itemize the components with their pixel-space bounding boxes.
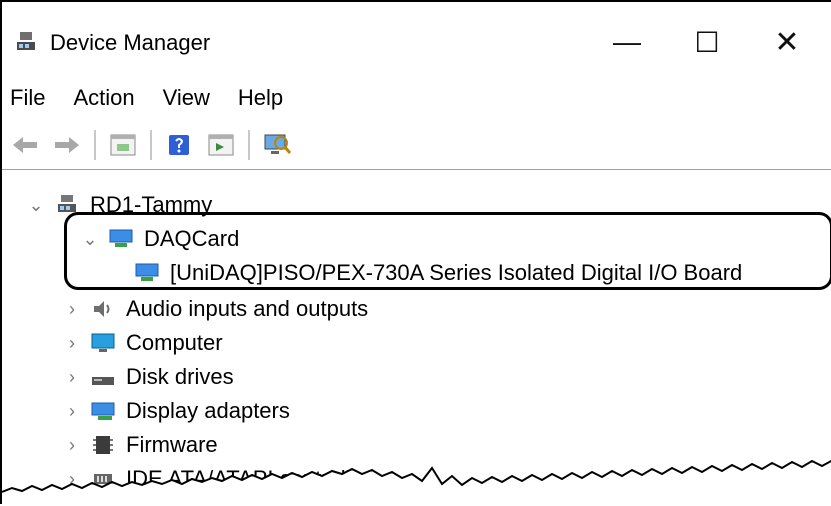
scan-hardware-icon — [264, 134, 291, 154]
audio-icon — [90, 298, 116, 320]
chevron-right-icon[interactable]: › — [62, 299, 82, 319]
close-button[interactable]: ✕ — [752, 22, 822, 62]
daq-card-icon — [108, 228, 134, 250]
chevron-right-icon[interactable]: › — [62, 333, 82, 353]
computer-icon — [90, 332, 116, 354]
title-bar: Device Manager — ☐ ✕ — [2, 2, 831, 74]
chevron-right-icon[interactable]: › — [62, 435, 82, 455]
forward-button[interactable] — [52, 130, 82, 160]
menu-help[interactable]: Help — [238, 85, 283, 111]
tree-item-label: Display adapters — [126, 398, 290, 423]
scan-hardware-button[interactable] — [262, 130, 292, 160]
properties-icon — [110, 134, 136, 155]
device-tree: ⌄ RD1-Tammy ⌄ DAQCard [UniDAQ]PISO/PEX-7… — [2, 180, 831, 500]
device-manager-icon — [17, 32, 35, 50]
menu-action[interactable]: Action — [73, 85, 134, 111]
maximize-button[interactable]: ☐ — [672, 22, 742, 62]
tree-root[interactable]: ⌄ RD1-Tammy — [26, 188, 212, 222]
help-icon — [169, 134, 189, 155]
back-arrow-icon — [13, 136, 37, 153]
computer-root-icon — [54, 194, 80, 216]
menu-view[interactable]: View — [163, 85, 210, 111]
tree-root-label: RD1-Tammy — [90, 192, 213, 217]
daq-device-icon — [134, 262, 160, 284]
firmware-icon — [90, 434, 116, 456]
tree-item-unidaq-board[interactable]: [UniDAQ]PISO/PEX-730A Series Isolated Di… — [134, 256, 742, 290]
tree-item-disk-drives[interactable]: › Disk drives — [62, 360, 234, 394]
menu-file[interactable]: File — [10, 85, 45, 111]
help-button[interactable] — [164, 130, 194, 160]
tree-item-display-adapters[interactable]: › Display adapters — [62, 394, 290, 428]
back-button[interactable] — [10, 130, 40, 160]
properties-button[interactable] — [108, 130, 138, 160]
tree-item-label: Audio inputs and outputs — [126, 296, 369, 321]
tree-item-audio[interactable]: › Audio inputs and outputs — [62, 292, 368, 326]
minimize-button[interactable]: — — [592, 22, 662, 62]
toolbar-separator — [248, 129, 250, 160]
forward-arrow-icon — [55, 136, 79, 153]
tree-item-daqcard[interactable]: ⌄ DAQCard — [80, 222, 239, 256]
window-title: Device Manager — [50, 30, 211, 55]
device-manager-window: Device Manager — ☐ ✕ File Action View He… — [0, 0, 831, 506]
chevron-right-icon[interactable]: › — [62, 401, 82, 421]
torn-edge-overlay — [2, 459, 831, 506]
tree-item-label: Computer — [126, 330, 223, 355]
chevron-down-icon[interactable]: ⌄ — [26, 195, 46, 215]
tree-item-label: [UniDAQ]PISO/PEX-730A Series Isolated Di… — [170, 260, 743, 285]
tree-item-label: DAQCard — [144, 226, 240, 251]
tree-item-label: Disk drives — [126, 364, 234, 389]
update-driver-button[interactable] — [206, 130, 236, 160]
toolbar-separator — [150, 129, 152, 160]
update-driver-icon — [208, 134, 234, 155]
toolbar-separator — [94, 129, 96, 160]
toolbar — [2, 120, 831, 170]
chevron-down-icon[interactable]: ⌄ — [80, 229, 100, 249]
disk-drive-icon — [90, 366, 116, 388]
tree-item-computer[interactable]: › Computer — [62, 326, 223, 360]
chevron-right-icon[interactable]: › — [62, 367, 82, 387]
menu-bar: File Action View Help — [2, 78, 831, 118]
display-adapter-icon — [90, 400, 116, 422]
